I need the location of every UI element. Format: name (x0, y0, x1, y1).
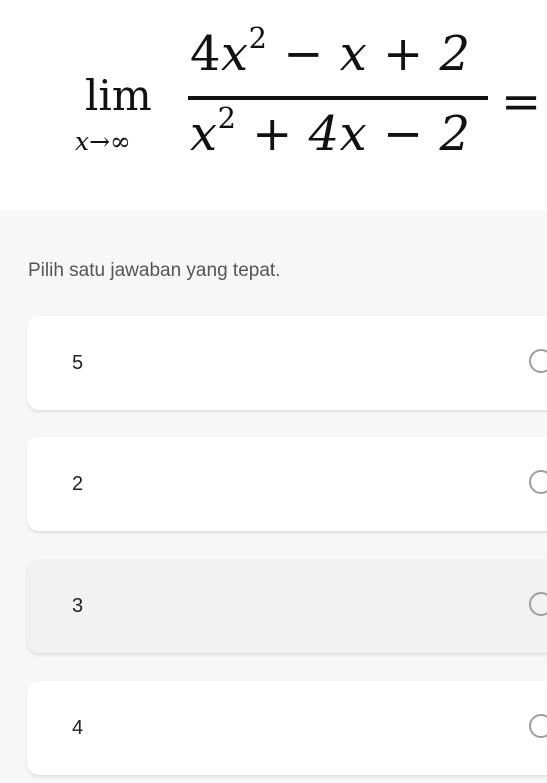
answer-option-label: 5 (72, 352, 84, 374)
answer-option-2[interactable]: 2 (27, 437, 547, 531)
limit-operator: lim (85, 71, 152, 120)
fraction-denominator: x2 + 4x − 2 (190, 104, 471, 158)
question-area: lim x→∞ 4x2 − x + 2 x2 + 4x − 2 = (0, 0, 547, 210)
numerator-coefficient: 4 (190, 26, 222, 82)
answer-option-3[interactable]: 3 (27, 559, 547, 653)
radio-button-icon[interactable] (529, 349, 547, 373)
answer-option-1[interactable]: 5 (27, 316, 547, 410)
limit-subscript-text: x→∞ (75, 127, 131, 156)
instruction-text: Pilih satu jawaban yang tepat. (28, 260, 281, 281)
limit-subscript: x→∞ (75, 129, 131, 154)
answer-option-label: 4 (72, 717, 84, 739)
equals-sign: = (501, 74, 542, 130)
denominator-rest: + 4x − 2 (236, 106, 471, 162)
answer-option-label: 2 (72, 473, 84, 495)
numerator-variable: x (221, 26, 249, 82)
radio-button-icon[interactable] (529, 714, 547, 738)
radio-button-icon[interactable] (529, 470, 547, 494)
fraction-numerator: 4x2 − x + 2 (190, 24, 471, 78)
answer-option-label: 3 (72, 595, 84, 617)
radio-button-icon[interactable] (529, 592, 547, 616)
answer-option-4[interactable]: 4 (27, 681, 547, 775)
denominator-exponent: 2 (217, 101, 237, 136)
denominator-variable: x (190, 106, 218, 162)
fraction-bar (188, 96, 488, 100)
numerator-exponent: 2 (248, 21, 268, 56)
numerator-rest: − x + 2 (267, 26, 471, 82)
